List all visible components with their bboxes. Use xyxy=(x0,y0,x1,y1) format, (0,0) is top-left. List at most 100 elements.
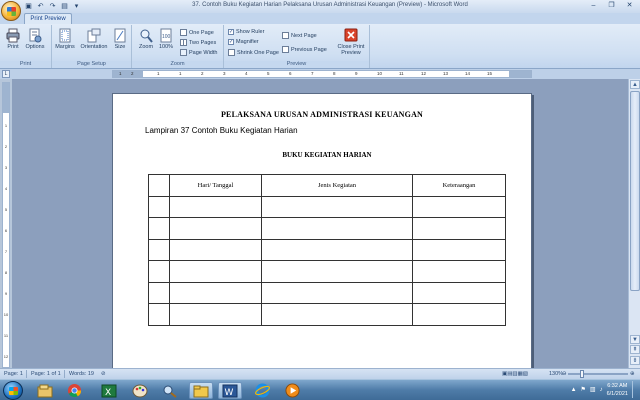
size-button[interactable]: Size xyxy=(110,28,130,50)
show-desktop-button[interactable] xyxy=(632,381,638,398)
show-ruler-checkbox[interactable]: ✓ Show Ruler xyxy=(228,29,264,35)
table-row xyxy=(148,260,506,283)
document-subheading: Lampiran 37 Contoh Buku Kegiatan Harian xyxy=(145,126,298,135)
media-player-icon[interactable] xyxy=(280,382,304,399)
clock[interactable]: 6:32 AM 6/1/2021 xyxy=(607,382,628,398)
folder-window-icon[interactable] xyxy=(189,382,213,399)
vertical-ruler[interactable]: 1 2 3 4 5 6 7 8 9 10 11 12 xyxy=(2,82,10,368)
print-button[interactable]: Print xyxy=(3,28,23,50)
ruler-tick: 5 xyxy=(4,207,8,212)
print-layout-view-icon[interactable]: ▣▤▥▦▧ xyxy=(502,371,528,377)
zoom-slider-knob[interactable] xyxy=(580,370,584,378)
zoom-level[interactable]: 130% xyxy=(549,371,563,377)
start-button[interactable] xyxy=(3,381,23,400)
options-button[interactable]: Options xyxy=(25,28,45,50)
margins-button[interactable]: Margins xyxy=(55,28,75,50)
previous-page-arrow-icon[interactable]: ⇞ xyxy=(630,345,640,354)
ruler-tick: 9 xyxy=(4,291,8,296)
right-margin-area xyxy=(509,71,531,77)
zoom-group-label: Zoom xyxy=(132,61,223,68)
scroll-thumb[interactable] xyxy=(630,91,640,291)
ruler-tick: 12 xyxy=(421,71,427,76)
ruler-row: L 1 2 1 1 2 3 4 5 6 7 8 9 10 11 12 13 14… xyxy=(0,69,640,79)
ruler-tick: 6 xyxy=(4,228,8,233)
svg-text:X: X xyxy=(105,388,111,398)
document-workspace[interactable]: PELAKSANA URUSAN ADMINISTRASI KEUANGAN L… xyxy=(12,79,628,368)
tab-print-preview[interactable]: Print Preview xyxy=(24,13,72,24)
excel-logo-icon: X xyxy=(101,384,117,398)
magnifier-checkbox[interactable]: ✓ Magnifier xyxy=(228,39,259,45)
orientation-button[interactable]: Orientation xyxy=(80,28,108,50)
zoom-in-icon[interactable]: ⊕ xyxy=(630,371,635,377)
close-print-preview-button[interactable]: Close Print Preview xyxy=(334,28,368,56)
proofing-icon[interactable]: ⊘ xyxy=(101,371,106,377)
excel-icon[interactable]: X xyxy=(97,382,121,399)
table-cell xyxy=(412,281,506,304)
svg-text:W: W xyxy=(225,388,234,398)
zoom-slider[interactable] xyxy=(568,373,628,375)
table-cell xyxy=(261,217,413,240)
word-icon[interactable]: W xyxy=(218,382,242,399)
ruler-tick: 1 xyxy=(157,71,160,76)
minimize-button[interactable]: – xyxy=(585,1,602,11)
internet-explorer-icon[interactable] xyxy=(250,382,274,399)
close-window-button[interactable]: ✕ xyxy=(621,1,638,11)
status-page[interactable]: Page: 1 xyxy=(4,371,23,377)
tab-selector-button[interactable]: L xyxy=(2,70,10,78)
next-page-icon xyxy=(282,32,289,39)
ruler-tick: 7 xyxy=(4,249,8,254)
table-cell xyxy=(261,195,413,218)
table-row xyxy=(148,217,506,240)
table-cell xyxy=(261,238,413,261)
two-pages-button[interactable]: Two Pages xyxy=(180,39,216,46)
ruler-tick: 11 xyxy=(399,71,404,76)
flag-icon[interactable]: ⚑ xyxy=(581,386,586,393)
table-cell xyxy=(148,303,170,326)
zoom-100-button[interactable]: 100 100% xyxy=(156,28,176,50)
search-tool-icon[interactable] xyxy=(158,382,182,399)
page-width-button[interactable]: Page Width xyxy=(180,49,217,56)
one-page-button[interactable]: One Page xyxy=(180,29,214,36)
scroll-down-arrow-icon[interactable]: ▼ xyxy=(630,335,640,344)
ribbon-tabs: Print Preview xyxy=(0,13,640,24)
status-word-count[interactable]: Words: 19 xyxy=(69,371,94,377)
table-cell xyxy=(169,238,262,261)
two-pages-icon xyxy=(180,39,187,46)
table-cell xyxy=(261,281,413,304)
clock-time: 6:32 AM xyxy=(607,382,628,389)
clock-date: 6/1/2021 xyxy=(606,390,628,397)
paint-icon[interactable] xyxy=(128,382,152,399)
table-cell xyxy=(412,217,506,240)
document-page[interactable]: PELAKSANA URUSAN ADMINISTRASI KEUANGAN L… xyxy=(112,93,532,368)
show-hidden-icons-icon[interactable]: ▲ xyxy=(571,387,577,393)
ruler-tick: 3 xyxy=(4,165,8,170)
folder-icon xyxy=(193,385,209,397)
previous-page-button[interactable]: Previous Page xyxy=(282,46,327,53)
horizontal-ruler[interactable]: 1 2 1 1 2 3 4 5 6 7 8 9 10 11 12 13 14 1… xyxy=(112,70,532,78)
shrink-one-page-button[interactable]: Shrink One Page xyxy=(228,49,279,56)
ribbon: Print Options Print Margins Orientation … xyxy=(0,24,640,69)
orientation-icon xyxy=(87,28,101,43)
volume-icon[interactable]: ♪ xyxy=(600,387,603,393)
ruler-tick: 1 xyxy=(179,71,182,76)
table-header-cell xyxy=(148,174,170,197)
document-heading: PELAKSANA URUSAN ADMINISTRASI KEUANGAN xyxy=(220,110,424,119)
chrome-icon[interactable] xyxy=(62,382,86,399)
vertical-scrollbar[interactable]: ▲ ▼ ⇞ ⇟ xyxy=(628,79,640,368)
status-separator xyxy=(64,370,65,378)
zoom-button[interactable]: Zoom xyxy=(136,28,156,50)
network-icon[interactable]: ▥ xyxy=(590,386,596,393)
table-cell xyxy=(169,303,262,326)
next-page-button[interactable]: Next Page xyxy=(282,32,317,39)
magnifier-tool-icon xyxy=(163,385,177,398)
zoom-out-icon[interactable]: ⊖ xyxy=(562,371,567,377)
restore-button[interactable]: ❐ xyxy=(603,1,620,11)
status-page-of[interactable]: Page: 1 of 1 xyxy=(31,371,61,377)
ruler-tick: 12 xyxy=(3,354,9,359)
file-explorer-icon[interactable] xyxy=(33,382,57,399)
table-title: BUKU KEGIATAN HARIAN xyxy=(282,151,372,159)
scroll-up-arrow-icon[interactable]: ▲ xyxy=(630,80,640,89)
page-100-icon: 100 xyxy=(160,28,172,43)
office-button[interactable] xyxy=(1,1,21,21)
next-page-arrow-icon[interactable]: ⇟ xyxy=(630,356,640,365)
